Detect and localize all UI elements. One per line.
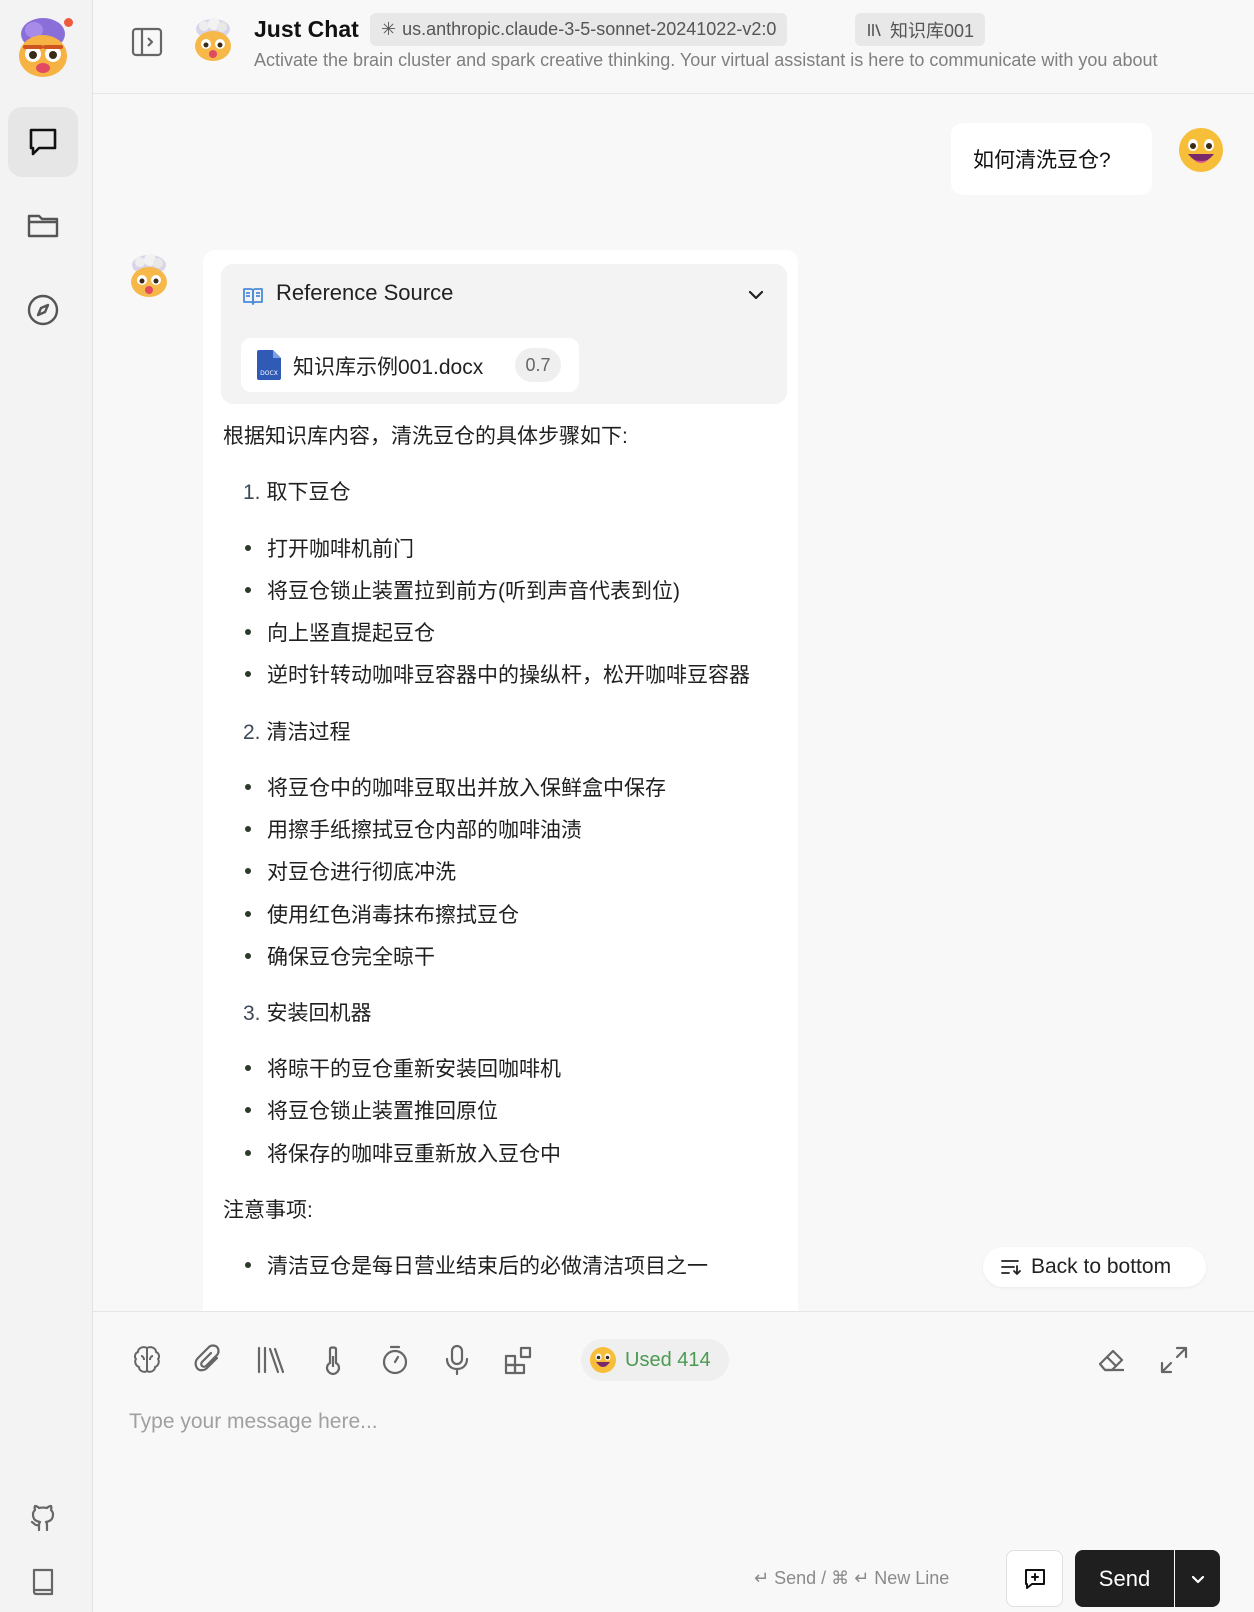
bullet-dot <box>245 1107 251 1113</box>
list-item: 使用红色消毒抹布擦拭豆仓 <box>267 904 519 927</box>
token-usage-label: Used 414 <box>625 1348 711 1371</box>
model-spark-icon: ✳ <box>381 19 397 39</box>
open-book-icon <box>243 288 263 305</box>
library-icon <box>868 23 881 36</box>
folder-icon <box>27 214 59 238</box>
list-item: 将豆仓锁止装置拉到前方(听到声音代表到位) <box>267 580 680 603</box>
send-button[interactable]: Send <box>1075 1550 1174 1607</box>
section-title: 清洁过程 <box>266 721 351 744</box>
docx-file-icon: DOCX <box>257 350 281 380</box>
paperclip-icon[interactable] <box>191 1342 227 1378</box>
bullet-dot <box>245 587 251 593</box>
library-icon[interactable] <box>253 1342 289 1378</box>
thermometer-icon[interactable] <box>315 1342 351 1378</box>
bullet-dot <box>245 868 251 874</box>
list-item: 将豆仓中的咖啡豆取出并放入保鲜盒中保存 <box>267 777 666 800</box>
new-topic-button[interactable] <box>1006 1550 1063 1607</box>
chat-header: Just Chat ✳ us.anthropic.claude-3-5-sonn… <box>93 0 1254 94</box>
knowledge-base-label: 知识库001 <box>890 20 975 41</box>
bullet-dot <box>245 671 251 677</box>
new-message-icon <box>1024 1568 1045 1589</box>
list-item: 确保豆仓完全晾干 <box>267 946 435 969</box>
bullet-dot <box>245 953 251 959</box>
user-message: 如何清洗豆仓? <box>951 123 1152 195</box>
answer-intro: 根据知识库内容，清洗豆仓的具体步骤如下: <box>223 425 628 448</box>
chevron-down-icon[interactable] <box>743 282 769 308</box>
back-to-bottom-label: Back to bottom <box>1031 1255 1172 1278</box>
reference-score-badge: 0.7 <box>515 348 561 382</box>
model-tag-label: us.anthropic.claude-3-5-sonnet-20241022-… <box>402 19 777 39</box>
list-item: 向上竖直提起豆仓 <box>267 622 435 645</box>
back-to-bottom-button[interactable]: Back to bottom <box>983 1247 1206 1287</box>
reference-file-chip[interactable]: DOCX 知识库示例001.docx 0.7 <box>241 338 579 392</box>
microphone-icon[interactable] <box>439 1342 475 1378</box>
section-heading: 1. 取下豆仓 <box>243 476 351 506</box>
plugins-icon[interactable] <box>501 1342 537 1378</box>
book-icon <box>32 1568 54 1596</box>
section-title: 安装回机器 <box>266 1002 372 1025</box>
timer-icon[interactable] <box>377 1342 413 1378</box>
left-rail <box>0 0 93 1612</box>
bullet-dot <box>245 1065 251 1071</box>
list-item: 逆时针转动咖啡豆容器中的操纵杆，松开咖啡豆容器 <box>267 664 750 687</box>
notes-title: 注意事项: <box>223 1199 313 1222</box>
bullet-dot <box>245 911 251 917</box>
assistant-message-avatar-icon <box>131 254 167 297</box>
reference-source-panel[interactable]: Reference Source DOCX 知识库示例001.docx 0.7 <box>221 264 787 404</box>
reference-file-name: 知识库示例001.docx <box>293 356 484 379</box>
list-item: 清洁豆仓是每日营业结束后的必做清洁项目之一 <box>267 1255 708 1278</box>
brain-icon[interactable] <box>129 1342 165 1378</box>
knowledge-base-tag[interactable]: 知识库001 <box>855 13 986 46</box>
sidebar-item-discover[interactable] <box>8 275 78 345</box>
bullet-dot <box>245 545 251 551</box>
bullet-dot <box>245 1262 251 1268</box>
composer: Used 414 ↵ Send / ⌘ ↵ New Line Send <box>93 1311 1254 1612</box>
list-item: 将豆仓锁止装置推回原位 <box>267 1100 498 1123</box>
bullet-dot <box>245 784 251 790</box>
section-number: 1. <box>243 481 261 504</box>
eraser-icon[interactable] <box>1094 1342 1130 1378</box>
sidebar-item-github[interactable] <box>8 1483 78 1553</box>
expand-icon[interactable] <box>1156 1342 1192 1378</box>
compass-icon <box>27 294 59 326</box>
keyboard-hint: ↵ Send / ⌘ ↵ New Line <box>754 1568 950 1588</box>
sidebar-item-docs[interactable] <box>8 1547 78 1612</box>
section-heading: 2. 清洁过程 <box>243 716 351 746</box>
assistant-message: Reference Source DOCX 知识库示例001.docx 0.7 … <box>203 250 798 1311</box>
svg-text:DOCX: DOCX <box>260 370 278 377</box>
section-number: 3. <box>243 1002 261 1025</box>
send-options-button[interactable] <box>1175 1550 1220 1607</box>
smiley-icon <box>590 1347 616 1373</box>
chat-bubble-icon <box>29 128 57 156</box>
list-item: 对豆仓进行彻底冲洗 <box>267 861 456 884</box>
message-list[interactable]: 如何清洗豆仓? Reference Source DOCX 知识库示例001.d… <box>93 94 1254 1311</box>
list-item: 将保存的咖啡豆重新放入豆仓中 <box>267 1143 561 1166</box>
message-input[interactable] <box>129 1402 1209 1442</box>
section-title: 取下豆仓 <box>266 481 351 504</box>
section-heading: 3. 安装回机器 <box>243 997 372 1027</box>
scroll-down-icon <box>1001 1260 1021 1276</box>
section-number: 2. <box>243 721 261 744</box>
assistant-avatar-icon <box>195 18 231 61</box>
chat-title: Just Chat <box>254 16 359 42</box>
bullet-dot <box>245 629 251 635</box>
sidebar-item-chat[interactable] <box>8 107 78 177</box>
list-item: 打开咖啡机前门 <box>267 538 414 561</box>
sidebar-item-files[interactable] <box>8 190 78 260</box>
bullet-dot <box>245 1150 251 1156</box>
chevron-down-icon <box>1191 1575 1204 1583</box>
list-item: 将晾干的豆仓重新安装回咖啡机 <box>267 1058 561 1081</box>
reference-source-title: Reference Source <box>276 280 454 305</box>
app-window: Just Chat ✳ us.anthropic.claude-3-5-sonn… <box>0 0 1254 1612</box>
token-usage-badge[interactable]: Used 414 <box>581 1339 729 1381</box>
notification-dot <box>62 16 75 29</box>
toggle-panel-icon[interactable] <box>129 24 165 60</box>
bullet-dot <box>245 826 251 832</box>
user-avatar-icon <box>1179 128 1223 172</box>
github-icon <box>30 1504 55 1532</box>
assistant-description: Activate the brain cluster and spark cre… <box>254 50 1158 70</box>
model-tag[interactable]: ✳ us.anthropic.claude-3-5-sonnet-2024102… <box>370 13 788 46</box>
list-item: 用擦手纸擦拭豆仓内部的咖啡油渍 <box>267 819 582 842</box>
